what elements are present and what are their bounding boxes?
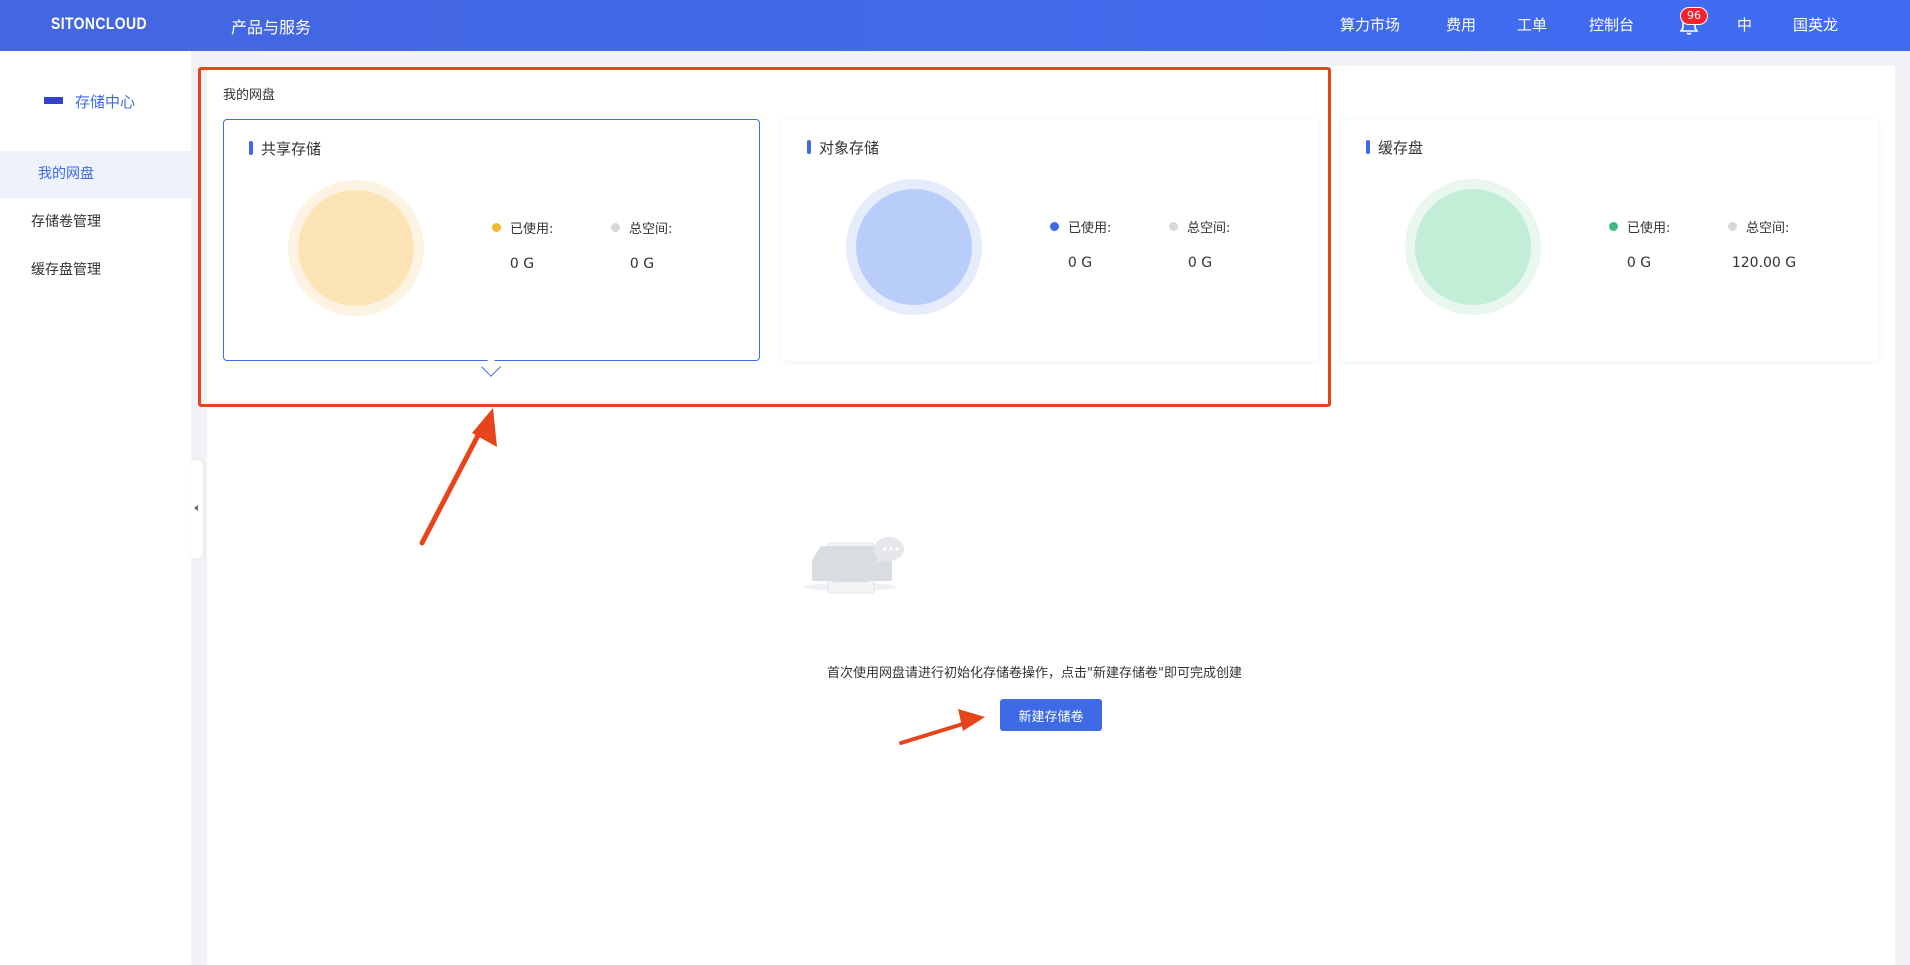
nav-billing[interactable]: 费用: [1446, 14, 1476, 35]
total-value: 0 G: [629, 256, 655, 272]
usage-ring-cache: [1405, 179, 1541, 315]
used-label: 已使用:: [492, 218, 553, 237]
usage-ring-object: [846, 179, 982, 315]
selected-pointer: [481, 357, 501, 377]
usage-ring-inner: [298, 190, 414, 306]
nav-console[interactable]: 控制台: [1589, 14, 1634, 35]
total-label: 总空间:: [611, 218, 672, 237]
storage-card-cache[interactable]: 缓存盘 已使用: 总空间: 0 G 120.00 G: [1341, 119, 1878, 361]
empty-inbox-icon: [804, 537, 904, 594]
used-dot-icon: [1609, 222, 1618, 231]
sidebar-item-volume-management[interactable]: 存储卷管理: [0, 199, 191, 246]
sidebar-item-my-drive[interactable]: 我的网盘: [0, 151, 191, 198]
total-label: 总空间:: [1169, 217, 1230, 236]
used-label: 已使用:: [1609, 217, 1670, 236]
total-dot-icon: [611, 223, 620, 232]
sidebar-header: 存储中心: [44, 91, 135, 111]
nav-compute-market[interactable]: 算力市场: [1340, 14, 1400, 35]
usage-ring-inner: [856, 189, 972, 305]
used-value: 0 G: [509, 256, 535, 272]
brand-logo[interactable]: SITONCLOUD: [51, 14, 147, 34]
total-dot-icon: [1728, 222, 1737, 231]
total-value: 0 G: [1187, 255, 1213, 271]
usage-ring-shared: [288, 180, 424, 316]
card-title: 共享存储: [249, 138, 321, 159]
usage-ring-inner: [1415, 189, 1531, 305]
page-title: 我的网盘: [223, 88, 276, 103]
card-title: 对象存储: [807, 137, 879, 158]
storage-center-icon: [44, 97, 63, 104]
sidebar-title: 存储中心: [75, 93, 136, 111]
top-nav-bar: SITONCLOUD 产品与服务 算力市场 费用 工单 控制台 96 中 国英龙: [0, 0, 1910, 51]
total-value: 120.00 G: [1731, 255, 1797, 271]
sidebar-item-cache-disk-management[interactable]: 缓存盘管理: [0, 247, 191, 294]
sidebar-collapse-toggle[interactable]: [191, 460, 203, 558]
nav-tickets[interactable]: 工单: [1517, 14, 1547, 35]
used-dot-icon: [492, 223, 501, 232]
used-value: 0 G: [1067, 255, 1093, 271]
new-volume-button[interactable]: 新建存储卷: [1000, 699, 1102, 731]
storage-card-object[interactable]: 对象存储 已使用: 总空间: 0 G 0 G: [782, 119, 1319, 361]
used-label: 已使用:: [1050, 217, 1111, 236]
user-menu[interactable]: 国英龙: [1793, 14, 1838, 35]
used-dot-icon: [1050, 222, 1059, 231]
main-content: 我的网盘 共享存储 已使用: 总空间: 0 G 0 G 对象存储 已使用: 总空…: [207, 66, 1895, 965]
sidebar: 存储中心 我的网盘 存储卷管理 缓存盘管理: [0, 51, 191, 965]
used-value: 0 G: [1626, 255, 1652, 271]
empty-state-text: 首次使用网盘请进行初始化存储卷操作，点击"新建存储卷"即可完成创建: [827, 666, 1242, 681]
language-switch[interactable]: 中: [1737, 14, 1752, 35]
storage-card-shared[interactable]: 共享存储 已使用: 总空间: 0 G 0 G: [223, 119, 760, 377]
notification-badge: 96: [1680, 7, 1708, 25]
total-dot-icon: [1169, 222, 1178, 231]
card-title: 缓存盘: [1366, 137, 1423, 158]
total-label: 总空间:: [1728, 217, 1789, 236]
nav-products-services[interactable]: 产品与服务: [231, 14, 311, 38]
